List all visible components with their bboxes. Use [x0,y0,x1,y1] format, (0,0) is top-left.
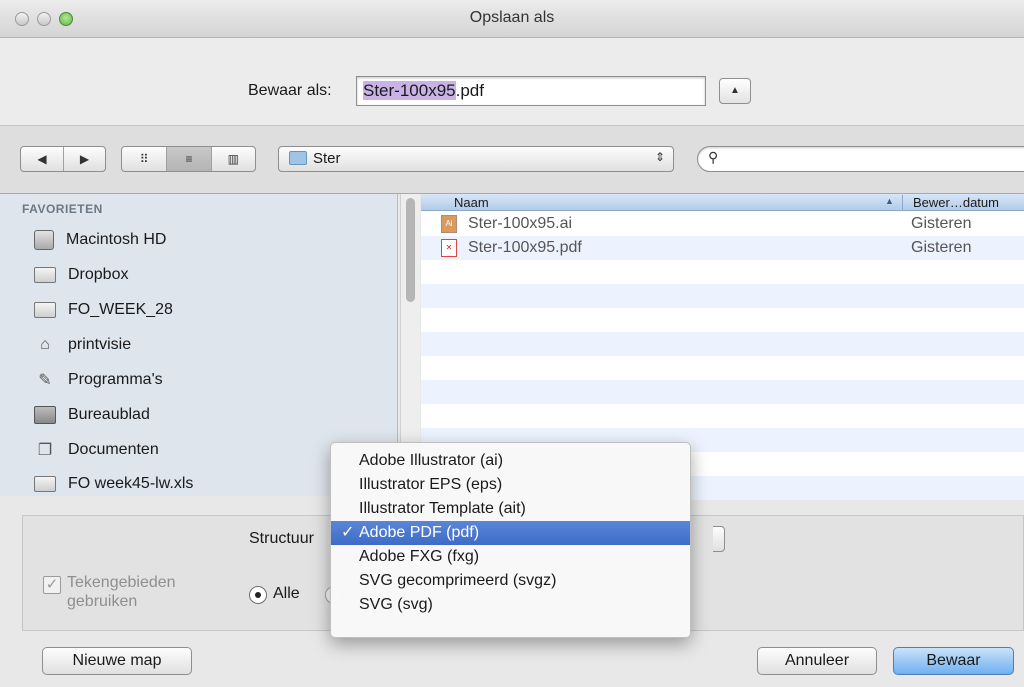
folder-icon [34,476,56,492]
sidebar-item-label: Bureaublad [68,406,150,423]
applications-icon: ✎ [38,372,52,389]
menu-item-svg[interactable]: SVG (svg) [331,593,690,617]
desktop-icon [34,406,56,424]
sidebar-item-label: FO week45-lw.xls [68,475,194,492]
radio-all[interactable] [249,586,267,604]
artboards-label-line-1: Tekengebieden [67,574,176,591]
column-date-header[interactable]: Bewer…datum [902,195,999,211]
sidebar-item-printvisie[interactable]: ⌂ printvisie [34,330,131,360]
menu-item-ai[interactable]: Adobe Illustrator (ai) [331,449,690,473]
checkmark-icon: ✓ [341,524,355,541]
new-folder-button[interactable]: Nieuwe map [42,647,192,675]
column-header: Naam ▲ Bewer…datum [421,194,1024,211]
list-view-icon[interactable]: ≡ [166,147,211,171]
menu-item-fxg[interactable]: Adobe FXG (fxg) [331,545,690,569]
table-row[interactable]: ✕ Ster-100x95.pdf Gisteren [421,236,1024,260]
sidebar-item-programmas[interactable]: ✎ Programma's [34,365,163,395]
menu-item-label: Adobe Illustrator (ai) [359,452,504,469]
file-date: Gisteren [911,215,972,232]
empty-row [421,332,1024,356]
sidebar-item-dropbox[interactable]: Dropbox [34,260,128,290]
format-dropdown-menu: Adobe Illustrator (ai) Illustrator EPS (… [330,442,691,638]
documents-icon: ❐ [37,442,53,459]
artboards-checkbox[interactable]: ✓ [43,576,61,594]
sidebar-heading: FAVORIETEN [22,202,103,216]
file-name: Ster-100x95.pdf [468,239,582,256]
sidebar-item-fo-week-28[interactable]: FO_WEEK_28 [34,295,173,325]
menu-item-label: Illustrator Template (ait) [359,500,526,517]
empty-row [421,284,1024,308]
save-as-row: Bewaar als: Ster-100x95.pdf ▲ [0,38,1024,126]
menu-item-svgz[interactable]: SVG gecomprimeerd (svgz) [331,569,690,593]
folder-icon [34,302,56,318]
column-view-icon[interactable]: ▥ [210,147,255,171]
menu-item-label: Illustrator EPS (eps) [359,476,503,493]
empty-row [421,380,1024,404]
artboards-label: Tekengebieden gebruiken [67,573,176,611]
empty-row [421,308,1024,332]
pdf-file-icon: ✕ [441,239,457,257]
popup-arrows-icon: ⇕ [654,150,665,164]
menu-item-ait[interactable]: Illustrator Template (ait) [331,497,690,521]
file-name: Ster-100x95.ai [468,215,573,232]
radio-all-label: Alle [273,585,300,602]
sort-ascending-icon: ▲ [885,196,894,206]
back-icon[interactable]: ◀ [21,147,63,171]
format-popup-edge[interactable] [713,526,725,552]
browser-toolbar: ◀ ▶ ⠿ ≡ ▥ Ster ⇕ ⚲ [0,126,1024,194]
menu-item-label: SVG gecomprimeerd (svgz) [359,572,557,589]
empty-row [421,404,1024,428]
menu-item-label: Adobe FXG (fxg) [359,548,480,565]
window-title: Opslaan als [469,9,555,26]
empty-row [421,260,1024,284]
save-as-label: Bewaar als: [248,82,332,99]
search-icon: ⚲ [708,149,719,165]
sidebar-item-label: FO_WEEK_28 [68,301,173,318]
sidebar-item-label: Macintosh HD [66,231,167,248]
title-bar: Opslaan als [0,0,1024,38]
folder-icon [34,267,56,283]
back-forward-control: ◀ ▶ [20,146,106,172]
structure-label: Structuur [249,530,314,547]
cancel-button[interactable]: Annuleer [757,647,877,675]
sidebar-item-fo-week45[interactable]: FO week45-lw.xls [34,469,193,499]
artboards-label-line-2: gebruiken [67,593,138,610]
expand-dialog-button[interactable]: ▲ [719,78,751,104]
search-input[interactable]: ⚲ [697,146,1024,172]
sidebar-item-label: Dropbox [68,266,129,283]
scrollbar-thumb[interactable] [406,198,415,302]
sidebar-item-macintosh-hd[interactable]: Macintosh HD [34,225,166,255]
menu-item-label: Adobe PDF (pdf) [359,524,480,541]
file-date: Gisteren [911,239,972,256]
column-name-header[interactable]: Naam [454,195,489,210]
location-folder-name: Ster [313,150,341,167]
sidebar-item-bureaublad[interactable]: Bureaublad [34,400,150,430]
icon-view-icon[interactable]: ⠿ [122,147,166,171]
location-popup[interactable]: Ster ⇕ [278,146,674,172]
folder-icon [289,151,307,165]
table-row[interactable]: Ai Ster-100x95.ai Gisteren [421,212,1024,236]
illustrator-file-icon: Ai [441,215,457,233]
save-button[interactable]: Bewaar [893,647,1014,675]
menu-item-pdf[interactable]: ✓ Adobe PDF (pdf) [331,521,690,545]
sidebar-item-documenten[interactable]: ❐ Documenten [34,435,159,465]
home-icon: ⌂ [40,336,50,353]
menu-item-label: SVG (svg) [359,596,433,613]
filename-selected-text: Ster-100x95 [363,81,456,100]
empty-row [421,356,1024,380]
sidebar-item-label: Programma's [68,371,163,388]
menu-item-eps[interactable]: Illustrator EPS (eps) [331,473,690,497]
filename-input[interactable]: Ster-100x95.pdf [356,76,706,106]
view-mode-control: ⠿ ≡ ▥ [121,146,256,172]
sidebar-item-label: Documenten [68,441,159,458]
hard-drive-icon [34,230,54,250]
filename-extension: .pdf [455,81,484,100]
sidebar-item-label: printvisie [68,336,132,353]
forward-icon[interactable]: ▶ [62,147,105,171]
